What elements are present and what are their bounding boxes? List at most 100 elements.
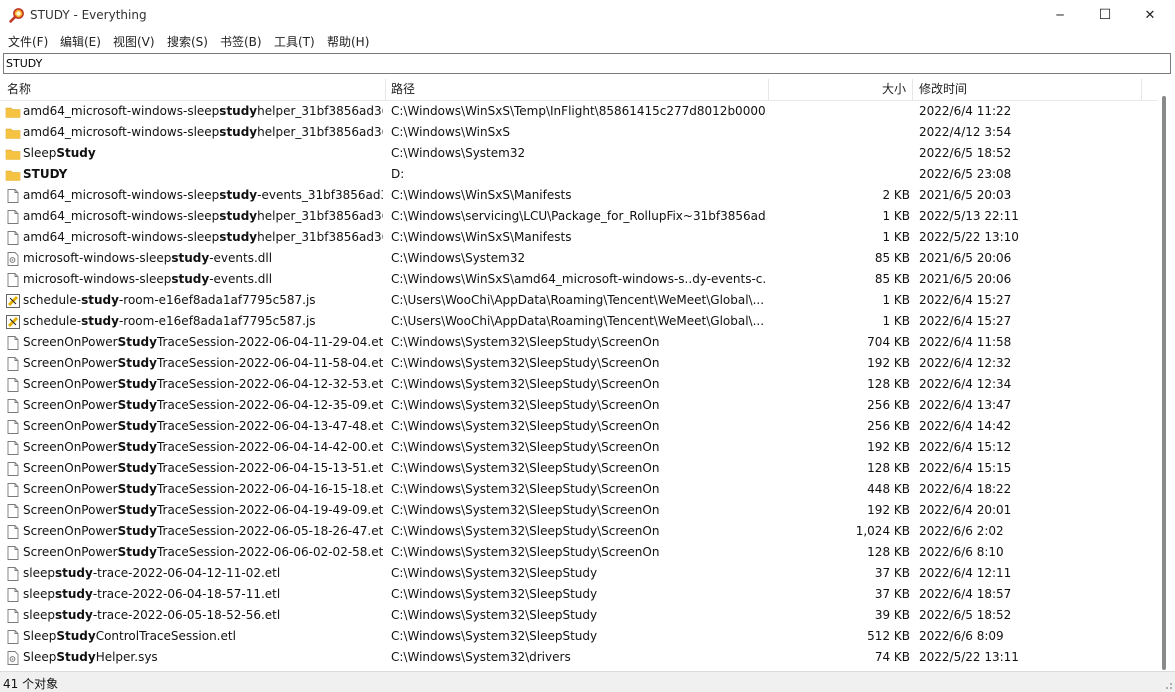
maximize-button[interactable]: ☐ (1082, 0, 1128, 30)
column-divider[interactable] (768, 79, 769, 100)
result-row[interactable]: ScreenOnPowerStudyTraceSession-2022-06-0… (0, 542, 1158, 563)
result-name-suffix: TraceSession-2022-06-04-14-42-00.etl (156, 440, 383, 454)
result-row[interactable]: schedule-study-room-e16ef8ada1af7795c587… (0, 290, 1158, 311)
result-name: amd64_microsoft-windows-sleepstudyhelper… (23, 227, 383, 248)
result-name: ScreenOnPowerStudyTraceSession-2022-06-0… (23, 395, 383, 416)
menu-view[interactable]: 视图(V) (113, 33, 155, 50)
result-name: microsoft-windows-sleepstudy-events.dll (23, 269, 383, 290)
result-size (770, 164, 910, 185)
result-path: C:\Windows\System32\SleepStudy\ScreenOn (391, 377, 660, 391)
scrollbar-thumb[interactable] (1162, 96, 1166, 670)
result-size: 192 KB (867, 440, 910, 454)
result-modified: 2022/6/4 11:58 (919, 335, 1012, 349)
result-row[interactable]: ScreenOnPowerStudyTraceSession-2022-06-0… (0, 500, 1158, 521)
column-modified-header[interactable]: 修改时间 (919, 79, 967, 100)
result-row[interactable]: ScreenOnPowerStudyTraceSession-2022-06-0… (0, 458, 1158, 479)
result-row[interactable]: ScreenOnPowerStudyTraceSession-2022-06-0… (0, 437, 1158, 458)
result-name-prefix: ScreenOnPower (23, 524, 118, 538)
result-name-suffix: TraceSession-2022-06-04-12-32-53.etl (156, 377, 383, 391)
result-modified: 2022/6/4 12:11 (919, 566, 1012, 580)
result-path: D: (391, 167, 405, 181)
result-row[interactable]: SleepStudyHelper.sys C:\Windows\System32\… (0, 647, 1158, 668)
result-name-suffix: -trace-2022-06-05-18-52-56.etl (92, 608, 281, 622)
result-size: 128 KB (867, 545, 910, 559)
menu-tools[interactable]: 工具(T) (274, 33, 315, 50)
js-icon (6, 315, 20, 329)
result-size: 1 KB (882, 230, 910, 244)
result-size: 256 KB (867, 419, 910, 433)
result-size: 128 KB (867, 377, 910, 391)
column-divider[interactable] (912, 79, 913, 100)
menu-help[interactable]: 帮助(H) (327, 33, 369, 50)
result-row[interactable]: ScreenOnPowerStudyTraceSession-2022-06-0… (0, 332, 1158, 353)
result-row[interactable]: SleepStudyControlTraceSession.etl C:\Wind… (0, 626, 1158, 647)
result-name-suffix: TraceSession-2022-06-05-18-26-47.etl (156, 524, 383, 538)
result-row[interactable]: schedule-study-room-e16ef8ada1af7795c587… (0, 311, 1158, 332)
result-name: ScreenOnPowerStudyTraceSession-2022-06-0… (23, 458, 383, 479)
menu-file[interactable]: 文件(F) (8, 33, 48, 50)
result-row[interactable]: STUDY D: 2022/6/5 23:08 (0, 164, 1158, 185)
column-name-header[interactable]: 名称 (7, 79, 31, 100)
result-row[interactable]: amd64_microsoft-windows-sleepstudyhelper… (0, 122, 1158, 143)
result-name-match: study (171, 251, 210, 265)
result-name-suffix: TraceSession-2022-06-04-11-29-04.etl (156, 335, 383, 349)
result-name-match: study (81, 314, 119, 328)
result-row[interactable]: amd64_microsoft-windows-sleepstudyhelper… (0, 206, 1158, 227)
result-row[interactable]: sleepstudy-trace-2022-06-05-18-52-56.etl… (0, 605, 1158, 626)
result-row[interactable]: ScreenOnPowerStudyTraceSession-2022-06-0… (0, 521, 1158, 542)
result-name-match: study (54, 608, 93, 622)
result-size: 39 KB (874, 608, 910, 622)
result-name-prefix: ScreenOnPower (23, 545, 118, 559)
close-button[interactable]: ✕ (1127, 0, 1173, 30)
result-path: C:\Windows\WinSxS\Manifests (391, 230, 572, 244)
result-path: C:\Windows\System32\SleepStudy (391, 608, 598, 622)
result-row[interactable]: ScreenOnPowerStudyTraceSession-2022-06-0… (0, 479, 1158, 500)
result-row[interactable]: microsoft-windows-sleepstudy-events.dll C… (0, 248, 1158, 269)
window-title: STUDY - Everything (30, 8, 147, 22)
column-divider[interactable] (1141, 79, 1142, 100)
result-modified: 2022/6/4 15:15 (919, 461, 1012, 475)
result-name-prefix: amd64_microsoft-windows-sleep (23, 125, 220, 139)
file-icon (7, 525, 19, 539)
column-header: 名称 路径 大小 修改时间 (0, 79, 1158, 101)
resize-grip-icon[interactable] (1163, 680, 1173, 690)
result-row[interactable]: ScreenOnPowerStudyTraceSession-2022-06-0… (0, 374, 1158, 395)
menu-edit[interactable]: 编辑(E) (60, 33, 101, 50)
column-size-header[interactable]: 大小 (770, 79, 906, 100)
result-name-prefix: schedule- (23, 314, 82, 328)
result-name-match: Study (117, 482, 157, 496)
search-input[interactable] (6, 55, 1166, 71)
result-name-suffix: -events.dll (209, 251, 273, 265)
result-row[interactable]: amd64_microsoft-windows-sleepstudy-event… (0, 185, 1158, 206)
result-row[interactable]: ScreenOnPowerStudyTraceSession-2022-06-0… (0, 395, 1158, 416)
result-name-prefix: ScreenOnPower (23, 419, 118, 433)
menu-search[interactable]: 搜索(S) (167, 33, 208, 50)
result-modified: 2022/6/4 20:01 (919, 503, 1012, 517)
menu-bookmarks[interactable]: 书签(B) (220, 33, 262, 50)
result-row[interactable]: amd64_microsoft-windows-sleepstudyhelper… (0, 227, 1158, 248)
result-name-suffix: -events_31bf3856ad3... (257, 188, 383, 202)
result-name-suffix: helper_31bf3856ad36... (257, 230, 383, 244)
minimize-button[interactable]: ─ (1037, 0, 1083, 30)
result-row[interactable]: sleepstudy-trace-2022-06-04-18-57-11.etl… (0, 584, 1158, 605)
result-name: ScreenOnPowerStudyTraceSession-2022-06-0… (23, 416, 383, 437)
file-icon (7, 462, 19, 476)
result-name-suffix: -trace-2022-06-04-12-11-02.etl (92, 566, 281, 580)
result-name-suffix: TraceSession-2022-06-04-12-35-09.etl (156, 398, 383, 412)
result-size (770, 143, 910, 164)
folder-icon (5, 107, 21, 118)
result-row[interactable]: microsoft-windows-sleepstudy-events.dll C… (0, 269, 1158, 290)
column-divider[interactable] (385, 79, 386, 100)
result-row[interactable]: ScreenOnPowerStudyTraceSession-2022-06-0… (0, 416, 1158, 437)
result-row[interactable]: amd64_microsoft-windows-sleepstudyhelper… (0, 101, 1158, 122)
result-size: 37 KB (874, 587, 910, 601)
result-row[interactable]: SleepStudy C:\Windows\System32 2022/6/5 18… (0, 143, 1158, 164)
vertical-scrollbar[interactable] (1158, 79, 1175, 670)
result-row[interactable]: sleepstudy-trace-2022-06-04-12-11-02.etl… (0, 563, 1158, 584)
result-row[interactable]: ScreenOnPowerStudyTraceSession-2022-06-0… (0, 353, 1158, 374)
result-name: sleepstudy-trace-2022-06-04-12-11-02.etl (23, 563, 383, 584)
result-name-suffix: helper_31bf3856ad36... (257, 104, 383, 118)
result-name-prefix: ScreenOnPower (23, 482, 118, 496)
column-path-header[interactable]: 路径 (391, 79, 415, 100)
result-modified: 2022/6/4 11:22 (919, 104, 1012, 118)
